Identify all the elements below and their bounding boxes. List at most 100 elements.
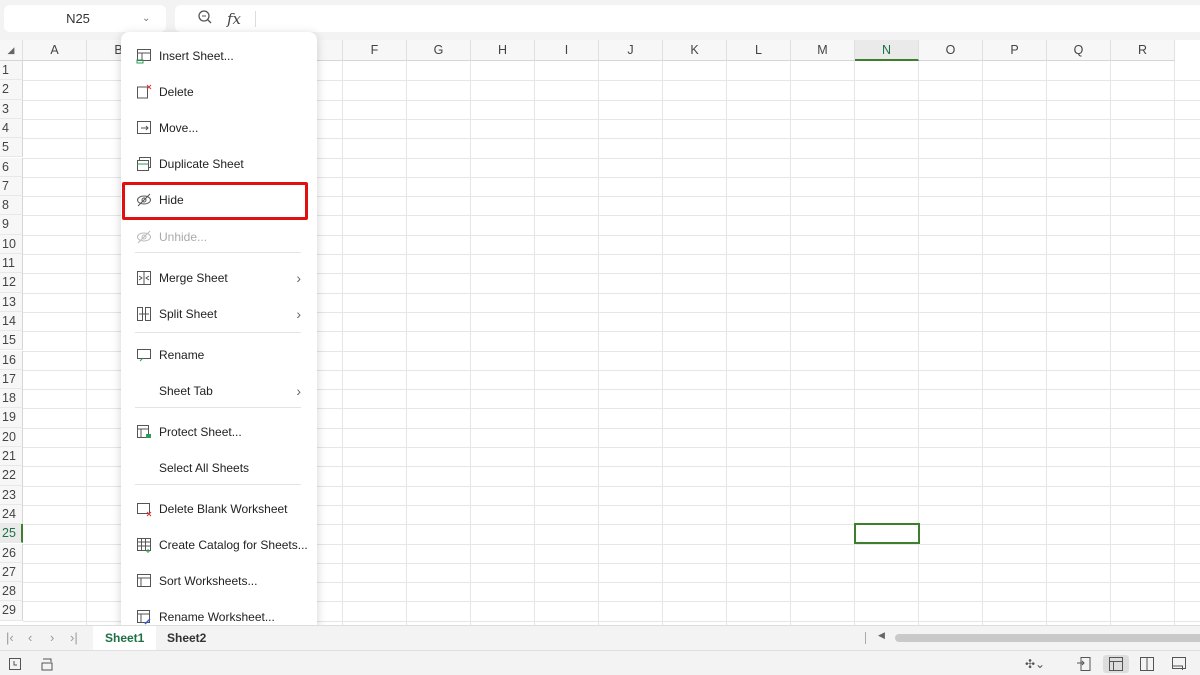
menu-item-delete[interactable]: Delete (129, 77, 309, 107)
select-all-corner[interactable]: ◢ (0, 40, 23, 61)
column-header-I[interactable]: I (535, 40, 599, 61)
protect-sheet-icon (129, 424, 159, 440)
row-header-11[interactable]: 11 (0, 254, 23, 274)
row-header-8[interactable]: 8 (0, 196, 23, 216)
column-header-G[interactable]: G (407, 40, 471, 61)
column-header-K[interactable]: K (663, 40, 727, 61)
row-header-10[interactable]: 10 (0, 234, 23, 254)
gridline (1046, 61, 1047, 625)
row-header-1[interactable]: 1 (0, 61, 23, 81)
menu-item-move[interactable]: Move... (129, 113, 309, 143)
horizontal-scrollbar[interactable] (895, 634, 1200, 642)
menu-item-label: Protect Sheet... (159, 425, 242, 439)
row-header-12[interactable]: 12 (0, 273, 23, 293)
row-header-23[interactable]: 23 (0, 485, 23, 505)
column-header-J[interactable]: J (599, 40, 663, 61)
scroll-left-icon[interactable]: ◀ (878, 630, 885, 641)
sort-sheets-icon (129, 573, 159, 589)
sheet-tab-bar: |‹ ‹ › ›| Sheet1 Sheet2 ◀ (0, 625, 1200, 650)
merge-sheet-icon (129, 270, 159, 286)
sheet-tab-sheet2[interactable]: Sheet2 (155, 626, 218, 650)
row-header-2[interactable]: 2 (0, 80, 23, 100)
menu-item-label: Create Catalog for Sheets... (159, 538, 308, 552)
row-header-16[interactable]: 16 (0, 350, 23, 370)
split-sheet-icon (129, 306, 159, 322)
magnifier-icon[interactable] (197, 9, 213, 28)
rename-worksheet-icon (129, 609, 159, 625)
chevron-down-icon[interactable]: ⌄ (142, 13, 166, 24)
row-header-5[interactable]: 5 (0, 138, 23, 158)
row-header-22[interactable]: 22 (0, 466, 23, 486)
menu-item-create-catalog-for-sheets[interactable]: Create Catalog for Sheets... (129, 530, 309, 560)
row-header-14[interactable]: 14 (0, 311, 23, 332)
name-box[interactable]: N25 ⌄ (4, 5, 166, 32)
column-header-H[interactable]: H (471, 40, 535, 61)
menu-item-insert-sheet[interactable]: Insert Sheet... (129, 41, 309, 71)
row-header-18[interactable]: 18 (0, 389, 23, 409)
row-header-7[interactable]: 7 (0, 176, 23, 197)
fx-icon[interactable]: fx (227, 10, 241, 28)
sheet-tab-sheet1[interactable]: Sheet1 (93, 626, 157, 650)
page-layout-view-icon[interactable] (1168, 655, 1190, 673)
column-header-F[interactable]: F (343, 40, 407, 61)
first-sheet-icon[interactable]: |‹ (6, 630, 14, 645)
menu-item-label: Split Sheet (159, 307, 218, 321)
row-header-26[interactable]: 26 (0, 543, 23, 563)
menu-item-unhide: Unhide... (129, 222, 309, 252)
column-header-P[interactable]: P (983, 40, 1047, 61)
next-sheet-icon[interactable]: › (50, 630, 54, 645)
menu-item-label: Select All Sheets (159, 461, 250, 475)
catalog-icon (129, 537, 159, 553)
column-header-M[interactable]: M (791, 40, 855, 61)
row-header-20[interactable]: 20 (0, 427, 23, 447)
delete-sheet-icon (129, 84, 159, 100)
menu-item-sort-worksheets[interactable]: Sort Worksheets... (129, 566, 309, 596)
row-header-15[interactable]: 15 (0, 331, 23, 351)
row-header-4[interactable]: 4 (0, 118, 23, 139)
fit-view-icon[interactable]: ✣⌄ (1020, 655, 1050, 673)
prev-sheet-icon[interactable]: ‹ (28, 630, 32, 645)
gridline (534, 61, 535, 625)
row-header-28[interactable]: 28 (0, 582, 23, 602)
row-header-9[interactable]: 9 (0, 215, 23, 235)
reading-mode-icon[interactable] (1073, 655, 1095, 673)
menu-item-duplicate-sheet[interactable]: Duplicate Sheet (129, 149, 309, 179)
row-header-6[interactable]: 6 (0, 157, 23, 177)
sheet-context-menu: Insert Sheet... Delete Move... Duplicate Sh… (121, 32, 317, 642)
column-header-O[interactable]: O (919, 40, 983, 61)
column-header-L[interactable]: L (727, 40, 791, 61)
menu-item-protect-sheet[interactable]: Protect Sheet... (129, 417, 309, 447)
menu-item-label: Sort Worksheets... (159, 574, 258, 588)
page-break-view-icon[interactable] (1136, 655, 1158, 673)
chevron-right-icon: › (296, 270, 301, 286)
row-header-24[interactable]: 24 (0, 504, 23, 525)
column-header-A[interactable]: A (23, 40, 87, 61)
gridline (662, 61, 663, 625)
row-header-29[interactable]: 29 (0, 601, 23, 621)
last-sheet-icon[interactable]: ›| (70, 630, 78, 645)
column-header-Q[interactable]: Q (1047, 40, 1111, 61)
row-header-13[interactable]: 13 (0, 292, 23, 312)
row-header-19[interactable]: 19 (0, 408, 23, 428)
menu-item-merge-sheet[interactable]: Merge Sheet › (129, 263, 309, 293)
row-header-17[interactable]: 17 (0, 369, 23, 390)
normal-view-icon[interactable] (1103, 655, 1129, 673)
menu-item-rename[interactable]: Rename (129, 340, 309, 370)
active-cell-selection[interactable] (854, 523, 920, 545)
menu-divider (135, 407, 301, 408)
menu-item-sheet-tab[interactable]: Sheet Tab › (129, 376, 309, 406)
clock-icon[interactable] (4, 655, 26, 673)
insert-sheet-icon (129, 48, 159, 64)
row-header-27[interactable]: 27 (0, 562, 23, 583)
menu-item-delete-blank-worksheet[interactable]: Delete Blank Worksheet (129, 494, 309, 524)
row-header-3[interactable]: 3 (0, 99, 23, 119)
formula-bar[interactable]: fx (175, 5, 1200, 32)
column-header-N[interactable]: N (855, 40, 919, 61)
menu-item-split-sheet[interactable]: Split Sheet › (129, 299, 309, 329)
row-header-25[interactable]: 25 (0, 524, 23, 544)
gridline (1174, 61, 1175, 625)
menu-item-select-all-sheets[interactable]: Select All Sheets (129, 453, 309, 483)
macro-icon[interactable] (36, 655, 58, 673)
row-header-21[interactable]: 21 (0, 447, 23, 467)
column-header-R[interactable]: R (1111, 40, 1175, 61)
